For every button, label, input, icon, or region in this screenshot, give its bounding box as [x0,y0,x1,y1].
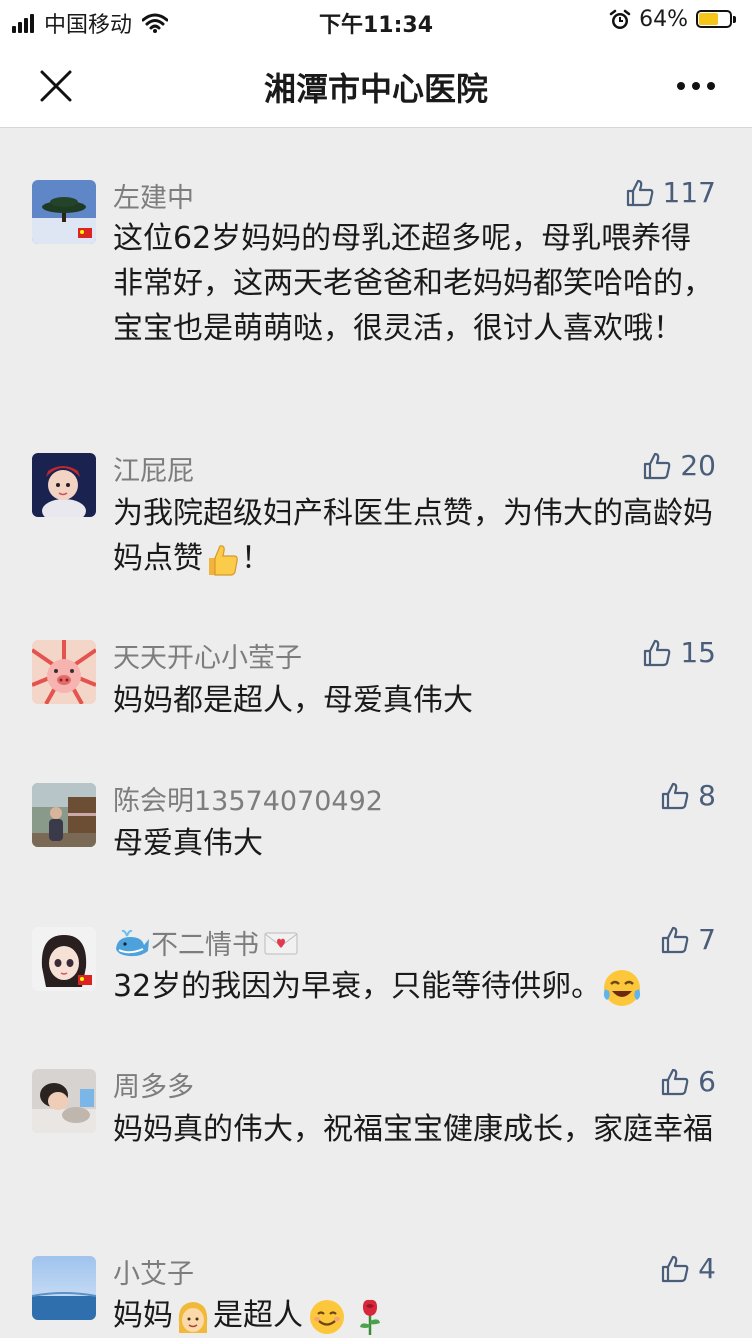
avatar[interactable] [32,180,96,244]
like-count: 7 [698,923,716,956]
love-letter-emoji-icon [264,932,298,954]
like-button[interactable]: 7 [660,923,716,956]
rose-emoji-icon [360,1299,380,1335]
comment-text-part: 是超人 [213,1298,303,1333]
avatar[interactable] [32,927,96,991]
commenter-name: 小艾子 [113,1259,194,1290]
whale-emoji-icon [116,929,149,956]
crying-laughing-emoji-icon [604,969,641,1006]
like-count: 15 [680,636,716,669]
comment-text: 妈妈真的伟大，祝福宝宝健康成长，家庭幸福 [113,1112,713,1147]
comment-text-part: 妈妈 [113,1298,173,1333]
commenter-name: 不二情书 [113,923,299,962]
alarm-icon [609,9,631,29]
thumbs-up-icon [644,639,671,666]
battery-percent: 64% [639,7,688,32]
nav-bar: 湘潭市中心医院 [0,42,752,128]
avatar[interactable] [32,640,96,704]
avatar[interactable] [32,453,96,517]
commenter-name: 陈会明13574070492 [113,786,383,817]
battery-icon [696,9,738,30]
commenter-name: 天天开心小莹子 [113,643,302,674]
like-count: 6 [698,1065,716,1098]
like-button[interactable]: 8 [660,779,716,812]
woman-emoji-icon [178,1301,208,1333]
like-button[interactable]: 20 [642,449,716,482]
status-bar: 中国移动 下午11:34 64% [0,0,752,42]
comment-text: 32岁的我因为早衰，只能等待供卵。 [113,964,713,1009]
like-count: 4 [698,1252,716,1285]
commenter-name: 江屁屁 [113,456,194,487]
thumbs-up-icon [662,782,689,809]
thumbs-up-icon [662,926,689,953]
comment-text-part: ！ [241,541,271,576]
like-button[interactable]: 117 [625,176,716,209]
avatar[interactable] [32,783,96,847]
thumbs-up-icon [662,1068,689,1095]
comment-text: 母爱真伟大 [113,826,263,861]
comment-text: 为我院超级妇产科医生点赞，为伟大的高龄妈妈点赞！ [113,491,713,581]
thumbs-up-emoji-icon [209,544,238,576]
commenter-name: 左建中 [113,183,194,214]
smiling-face-emoji-icon [310,1299,344,1334]
comment-text-part: 32岁的我因为早衰，只能等待供卵。 [113,969,602,1004]
commenter-name: 周多多 [113,1072,194,1103]
comment-text: 妈妈都是超人，母爱真伟大 [113,683,473,718]
page-title: 湘潭市中心医院 [263,70,488,108]
avatar[interactable] [32,1069,96,1133]
comment-text: 这位62岁妈妈的母乳还超多呢，母乳喂养得非常好，这两天老爸爸和老妈妈都笑哈哈的，… [113,221,713,346]
thumbs-up-icon [662,1255,689,1282]
commenter-name-text: 不二情书 [151,930,259,961]
thumbs-up-icon [644,452,671,479]
like-button[interactable]: 6 [660,1065,716,1098]
like-button[interactable]: 4 [660,1252,716,1285]
like-count: 20 [680,449,716,482]
thumbs-up-icon [626,179,653,206]
like-button[interactable]: 15 [642,636,716,669]
like-count: 117 [662,176,716,209]
avatar[interactable] [32,1256,96,1320]
more-icon[interactable] [674,66,718,106]
comment-text: 妈妈 是超人 [113,1293,713,1338]
like-count: 8 [698,779,716,812]
